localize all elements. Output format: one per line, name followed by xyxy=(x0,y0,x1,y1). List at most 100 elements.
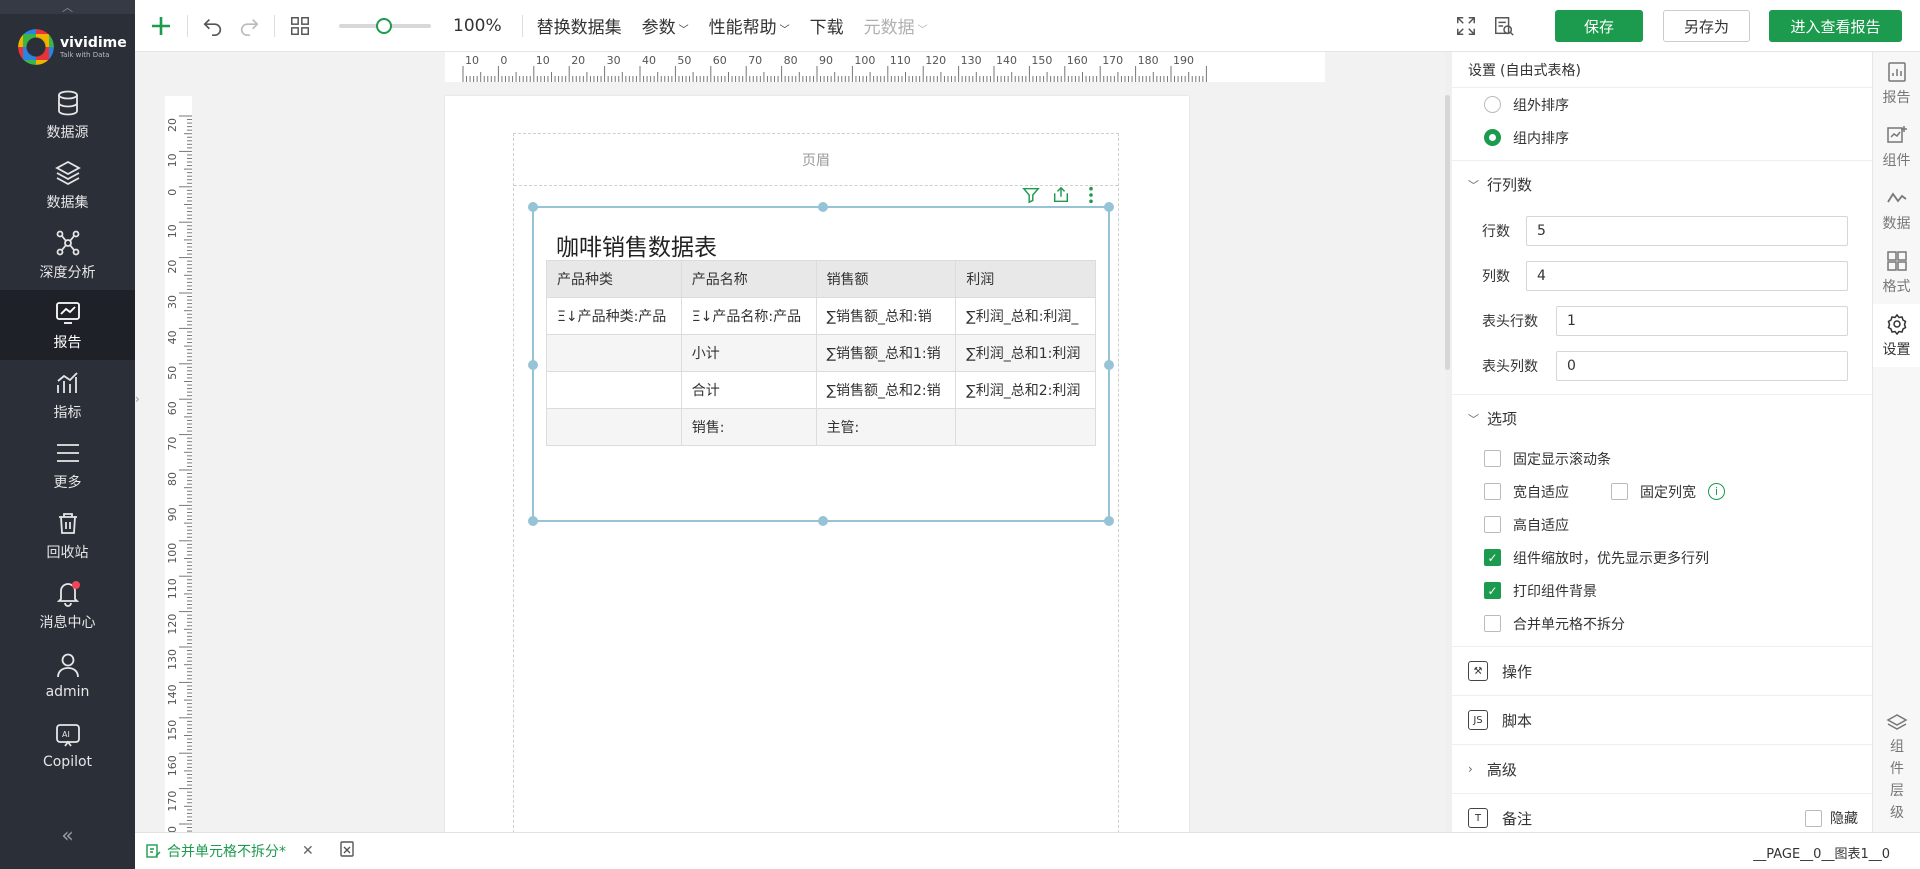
table-cell[interactable]: ∑利润_总和:利润_ xyxy=(955,297,1096,335)
table-cell[interactable]: 产品种类 xyxy=(546,260,682,298)
canvas-scrollbar[interactable] xyxy=(1445,95,1450,370)
redo-icon[interactable] xyxy=(238,15,260,37)
table-cell[interactable]: ∑销售额_总和1:销 xyxy=(815,334,957,372)
checkbox[interactable] xyxy=(1484,516,1501,533)
table-cell[interactable]: 小计 xyxy=(680,334,817,372)
design-canvas[interactable]: 10 0 10 20 30 40 50 60 70 80 90 100 110 120 130 140 150 1… xyxy=(135,52,1445,832)
preview-search-icon[interactable] xyxy=(1493,15,1515,41)
table-cell[interactable]: 利润 xyxy=(955,260,1096,298)
table-cell[interactable]: ∑利润_总和1:利润 xyxy=(955,334,1096,372)
table-title[interactable]: 咖啡销售数据表 xyxy=(556,228,717,262)
table-cell[interactable]: 产品名称 xyxy=(680,260,817,298)
table-cell[interactable] xyxy=(955,408,1096,446)
chevron-up-icon[interactable]: ︿ xyxy=(0,0,135,14)
table-cell[interactable] xyxy=(546,408,682,446)
sidebar-item-report[interactable]: 报告 xyxy=(0,290,135,360)
table-cell[interactable]: 销售额 xyxy=(815,260,957,298)
resize-handle[interactable] xyxy=(818,202,828,212)
header-cols-input[interactable]: 0 xyxy=(1556,350,1848,381)
sidebar-item-more[interactable]: 更多 xyxy=(0,430,135,500)
radio-sort-outer[interactable]: 组外排序 xyxy=(1452,88,1872,121)
sidebar-item-copilot[interactable]: AI Copilot xyxy=(0,710,135,780)
table-cell[interactable] xyxy=(546,334,682,372)
table-cell[interactable]: ∑利润_总和2:利润 xyxy=(955,371,1096,409)
vtab-data[interactable]: 数据 xyxy=(1873,178,1920,241)
freeform-table[interactable]: 产品种类 产品名称 销售额 利润 Ξ↓产品种类:产品 Ξ↓产品名称:产品 ∑销售… xyxy=(546,260,1096,446)
cols-input[interactable]: 4 xyxy=(1526,260,1848,291)
more-vertical-icon[interactable] xyxy=(1082,186,1100,204)
sidebar-item-admin[interactable]: admin xyxy=(0,640,135,710)
resize-handle[interactable] xyxy=(1104,202,1114,212)
section-advanced[interactable]: › 高级 xyxy=(1452,744,1872,793)
section-script[interactable]: JS 脚本 xyxy=(1452,695,1872,744)
sidebar-item-deep-analysis[interactable]: 深度分析 xyxy=(0,220,135,290)
table-component[interactable]: 咖啡销售数据表 产品种类 产品名称 销售额 利润 Ξ↓产品种类:产品 Ξ↓产品名… xyxy=(528,186,1114,526)
table-cell[interactable]: 合计 xyxy=(680,371,817,409)
section-options-toggle[interactable]: ﹀ 选项 xyxy=(1452,394,1872,442)
rows-input[interactable]: 5 xyxy=(1526,215,1848,246)
section-operations[interactable]: ⚒ 操作 xyxy=(1452,646,1872,695)
vtab-report[interactable]: 报告 xyxy=(1873,52,1920,115)
resize-handle[interactable] xyxy=(1104,516,1114,526)
params-menu[interactable]: 参数 ﹀ xyxy=(642,13,689,38)
checkbox[interactable] xyxy=(1805,809,1822,827)
filter-icon[interactable] xyxy=(1022,186,1040,204)
page-content-area[interactable]: 页眉 咖啡销售数据表 产品种类 产品名称 销售额 利润 Ξ↓产品种类:产品 Ξ↓… xyxy=(513,133,1119,832)
vtab-component[interactable]: 组件 xyxy=(1873,115,1920,178)
option-print-bg[interactable]: ✓ 打印组件背景 xyxy=(1452,574,1872,607)
resize-handle[interactable] xyxy=(528,516,538,526)
header-rows-input[interactable]: 1 xyxy=(1556,305,1848,336)
radio-button[interactable] xyxy=(1484,96,1501,113)
vtab-layers[interactable]: 组 件 层 级 xyxy=(1873,712,1920,822)
table-cell[interactable]: Ξ↓产品种类:产品 xyxy=(546,297,682,335)
checkbox[interactable] xyxy=(1484,483,1501,500)
radio-sort-inner[interactable]: 组内排序 xyxy=(1452,121,1872,154)
table-cell[interactable]: 主管: xyxy=(815,408,957,446)
view-report-button[interactable]: 进入查看报告 xyxy=(1769,10,1902,42)
add-icon[interactable] xyxy=(149,14,173,38)
replace-dataset-menu[interactable]: 替换数据集 xyxy=(537,13,622,38)
checkbox[interactable] xyxy=(1484,450,1501,467)
checkbox-checked[interactable]: ✓ xyxy=(1484,582,1501,599)
download-menu[interactable]: 下载 xyxy=(810,13,844,38)
sidebar-item-metrics[interactable]: 指标 xyxy=(0,360,135,430)
expand-left-chevron-icon[interactable]: › xyxy=(135,378,145,420)
section-remarks[interactable]: T 备注 隐藏 xyxy=(1452,793,1872,832)
vtab-settings[interactable]: 设置 xyxy=(1873,304,1920,367)
save-as-button[interactable]: 另存为 xyxy=(1663,10,1750,42)
info-icon[interactable]: i xyxy=(1708,483,1725,500)
sidebar-item-datasource[interactable]: 数据源 xyxy=(0,80,135,150)
checkbox-fixed-col-width[interactable] xyxy=(1611,483,1628,500)
sidebar-item-recycle[interactable]: 回收站 xyxy=(0,500,135,570)
sheet-tab-active[interactable]: 合并单元格不拆分* ✕ xyxy=(135,841,314,861)
export-icon[interactable] xyxy=(1052,186,1070,204)
sidebar-item-dataset[interactable]: 数据集 xyxy=(0,150,135,220)
radio-button-checked[interactable] xyxy=(1484,129,1501,146)
table-cell[interactable]: ∑销售额_总和:销 xyxy=(815,297,957,335)
report-page[interactable]: 页眉 咖啡销售数据表 产品种类 产品名称 销售额 利润 Ξ↓产品种类:产品 Ξ↓… xyxy=(445,96,1189,832)
zoom-slider[interactable] xyxy=(339,17,431,34)
table-cell[interactable] xyxy=(546,371,682,409)
vtab-format[interactable]: 格式 xyxy=(1873,241,1920,304)
resize-handle[interactable] xyxy=(528,360,538,370)
option-fixed-scroll[interactable]: 固定显示滚动条 xyxy=(1452,442,1872,475)
undo-icon[interactable] xyxy=(202,15,224,37)
resize-handle[interactable] xyxy=(818,516,828,526)
checkbox[interactable] xyxy=(1484,615,1501,632)
resize-handle[interactable] xyxy=(528,202,538,212)
checkbox-checked[interactable]: ✓ xyxy=(1484,549,1501,566)
table-cell[interactable]: Ξ↓产品名称:产品 xyxy=(680,297,817,335)
zoom-slider-knob[interactable] xyxy=(376,17,392,34)
close-icon[interactable]: ✕ xyxy=(302,843,314,859)
save-button[interactable]: 保存 xyxy=(1555,10,1643,42)
sidebar-item-messages[interactable]: 消息中心 xyxy=(0,570,135,640)
perf-help-menu[interactable]: 性能帮助 ﹀ xyxy=(709,13,790,38)
option-zoom-more-rows[interactable]: ✓ 组件缩放时，优先显示更多行列 xyxy=(1452,541,1872,574)
fullscreen-icon[interactable] xyxy=(1455,15,1477,41)
table-cell[interactable]: ∑销售额_总和2:销 xyxy=(815,371,957,409)
section-rowcol-toggle[interactable]: ﹀ 行列数 xyxy=(1452,160,1872,208)
add-sheet-icon[interactable] xyxy=(338,840,356,862)
option-height-fit[interactable]: 高自适应 xyxy=(1452,508,1872,541)
table-cell[interactable]: 销售: xyxy=(680,408,817,446)
zoom-level[interactable]: 100% xyxy=(453,16,502,36)
